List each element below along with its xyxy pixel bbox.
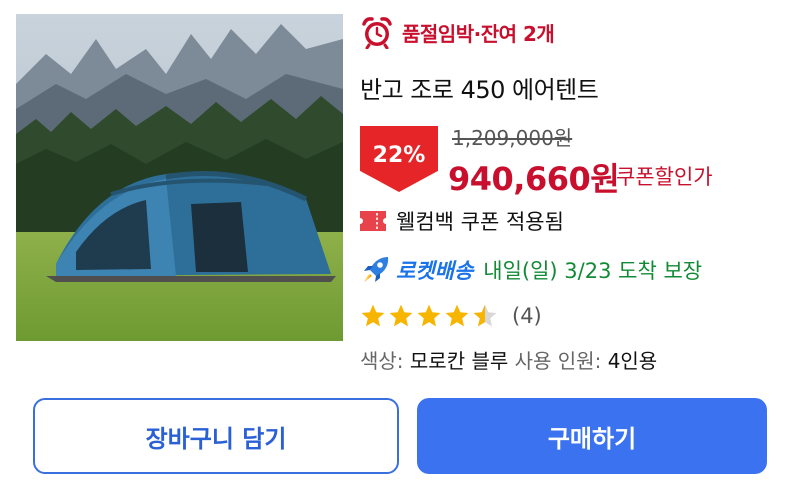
star-full-icon: [417, 304, 441, 327]
delivery-date: 내일(일) 3/23 도착 보장: [483, 259, 703, 283]
star-full-icon: [361, 304, 385, 327]
review-count[interactable]: (4): [512, 304, 542, 328]
original-price: 1,209,000원: [452, 126, 573, 150]
star-full-icon: [445, 304, 469, 327]
rating[interactable]: (4): [360, 303, 542, 329]
rocket-delivery-badge: 로켓배송: [396, 259, 474, 283]
delivery-info: 로켓배송 내일(일) 3/23 도착 보장: [360, 254, 702, 286]
sale-price: 940,660원: [448, 160, 620, 198]
star-full-icon: [389, 304, 413, 327]
welcome-coupon-text: 웰컴백 쿠폰 적용됨: [396, 210, 564, 234]
add-to-cart-button[interactable]: 장바구니 담기: [33, 398, 399, 474]
capacity-value: 4인용: [607, 349, 658, 373]
product-title: 반고 조로 450 에어텐트: [360, 76, 599, 104]
color-label: 색상:: [360, 349, 404, 373]
buy-now-button[interactable]: 구매하기: [417, 398, 767, 474]
stock-alert-text: 품절임박·잔여 2개: [402, 21, 555, 46]
color-value: 모로칸 블루: [409, 349, 509, 373]
welcome-coupon: 웰컴백 쿠폰 적용됨: [360, 206, 564, 236]
discount-rate: 22%: [372, 143, 426, 168]
stock-alert: 품절임박·잔여 2개: [360, 14, 555, 50]
rocket-icon: [364, 257, 389, 282]
product-options: 색상: 모로칸 블루 사용 인원: 4인용: [360, 345, 657, 374]
product-image[interactable]: [16, 14, 343, 341]
discount-badge: 22%: [360, 126, 438, 192]
coupon-price-label: 쿠폰할인가: [616, 165, 713, 189]
star-half-icon: [473, 304, 497, 327]
coupon-icon: [360, 211, 386, 231]
capacity-label: 사용 인원:: [514, 349, 602, 373]
alarm-clock-icon: [362, 17, 392, 49]
